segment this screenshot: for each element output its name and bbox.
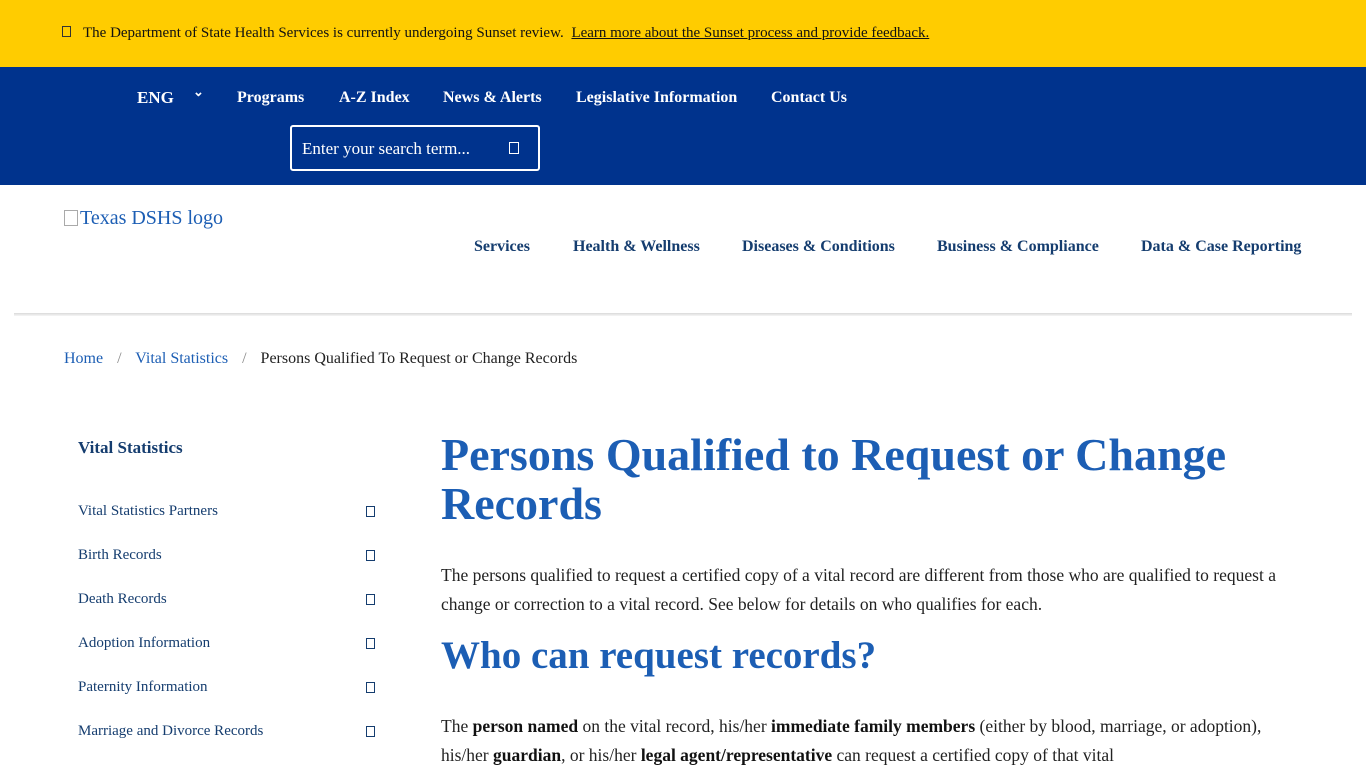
topnav-legislative-information[interactable]: Legislative Information xyxy=(576,89,737,107)
intro-paragraph: The persons qualified to request a certi… xyxy=(441,565,1276,614)
breadcrumb-current: Persons Qualified To Request or Change R… xyxy=(260,350,578,367)
topnav-az-index[interactable]: A-Z Index xyxy=(339,89,410,107)
sidebar-item-marriage-divorce-records[interactable]: Marriage and Divorce Records xyxy=(78,723,378,745)
breadcrumb-home[interactable]: Home xyxy=(64,350,103,367)
sidebar-item-death-records[interactable]: Death Records xyxy=(78,591,378,613)
breadcrumb-separator: / xyxy=(242,350,247,367)
expand-icon[interactable] xyxy=(366,550,375,561)
search-input[interactable] xyxy=(302,137,492,161)
expand-icon[interactable] xyxy=(366,682,375,693)
search-icon[interactable] xyxy=(509,142,519,154)
topnav-programs[interactable]: Programs xyxy=(237,89,304,107)
sunset-alert-bar: The Department of State Health Services … xyxy=(0,0,1366,67)
sidebar-title[interactable]: Vital Statistics xyxy=(78,438,183,458)
alert-message: The Department of State Health Services … xyxy=(83,25,929,42)
info-icon xyxy=(62,26,71,37)
breadcrumb-vital-statistics[interactable]: Vital Statistics xyxy=(135,350,228,367)
sidebar-item-label: Paternity Information xyxy=(78,679,208,695)
breadcrumb-separator: / xyxy=(117,350,122,367)
alert-text: The Department of State Health Services … xyxy=(83,25,564,41)
sidebar-item-paternity-information[interactable]: Paternity Information xyxy=(78,679,378,701)
sidebar-item-birth-records[interactable]: Birth Records xyxy=(78,547,378,569)
sidebar-item-label: Marriage and Divorce Records xyxy=(78,723,264,739)
dshs-logo[interactable]: Texas DSHS logo xyxy=(64,207,223,230)
section-heading-who-can-request: Who can request records? xyxy=(441,634,877,677)
sunset-feedback-link[interactable]: Learn more about the Sunset process and … xyxy=(571,25,929,41)
language-selector[interactable]: ENG ⌄ xyxy=(137,84,204,108)
text-run: , or his/her xyxy=(561,745,641,765)
mainnav-business-compliance[interactable]: Business & Compliance xyxy=(937,238,1099,256)
mainnav-health-wellness[interactable]: Health & Wellness xyxy=(573,238,700,256)
sidebar-item-vital-statistics-partners[interactable]: Vital Statistics Partners xyxy=(78,503,378,525)
page-title: Persons Qualified to Request or Change R… xyxy=(441,429,1226,529)
bold-legal-agent: legal agent/representative xyxy=(640,745,833,765)
site-header: Texas DSHS logo Services Health & Wellne… xyxy=(0,185,1366,315)
language-label: ENG xyxy=(137,88,174,107)
broken-image-icon xyxy=(64,210,78,226)
sidebar-item-label: Vital Statistics Partners xyxy=(78,503,218,519)
text-run: can request a certified copy of that vit… xyxy=(832,745,1114,765)
topnav-contact-us[interactable]: Contact Us xyxy=(771,89,847,107)
header-divider xyxy=(14,313,1352,316)
mainnav-data-case-reporting[interactable]: Data & Case Reporting xyxy=(1141,238,1301,256)
sidebar-item-label: Adoption Information xyxy=(78,635,211,651)
top-navigation: ENG ⌄ Programs A-Z Index News & Alerts L… xyxy=(0,67,1366,185)
bold-guardian: guardian xyxy=(493,745,562,765)
text-run: The xyxy=(441,716,473,736)
chevron-down-icon: ⌄ xyxy=(193,84,204,99)
breadcrumb: Home / Vital Statistics / Persons Qualif… xyxy=(64,350,577,368)
bold-immediate-family: immediate family members xyxy=(771,716,976,736)
sidebar-item-label: Death Records xyxy=(78,591,167,607)
expand-icon[interactable] xyxy=(366,506,375,517)
sidebar-item-adoption-information[interactable]: Adoption Information xyxy=(78,635,378,657)
sidebar-item-label: Birth Records xyxy=(78,547,162,563)
who-can-request-paragraph: The person named on the vital record, hi… xyxy=(441,712,1311,770)
expand-icon[interactable] xyxy=(366,726,375,737)
topnav-news-alerts[interactable]: News & Alerts xyxy=(443,89,542,107)
mainnav-services[interactable]: Services xyxy=(474,238,530,256)
expand-icon[interactable] xyxy=(366,594,375,605)
text-run: on the vital record, his/her xyxy=(578,716,772,736)
mainnav-diseases-conditions[interactable]: Diseases & Conditions xyxy=(742,238,895,256)
search-box xyxy=(290,125,540,171)
expand-icon[interactable] xyxy=(366,638,375,649)
logo-alt-text: Texas DSHS logo xyxy=(80,207,224,229)
bold-person-named: person named xyxy=(472,716,579,736)
